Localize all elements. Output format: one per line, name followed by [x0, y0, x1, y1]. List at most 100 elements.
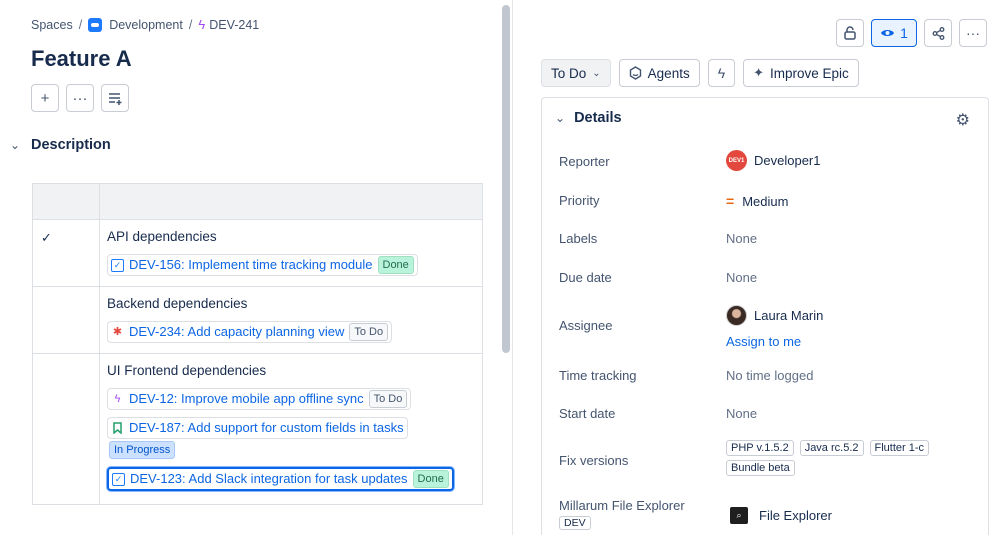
row-title: UI Frontend dependencies [107, 363, 267, 378]
lightning-icon: ϟ [198, 17, 206, 32]
chevron-down-icon: ⌄ [10, 138, 21, 152]
breadcrumb: Spaces / Development / ϟ DEV-241 [31, 17, 259, 32]
priority-name: Medium [742, 193, 789, 209]
issue-link[interactable]: ϟ DEV-12: Improve mobile app offline syn… [107, 388, 412, 410]
chevron-down-icon: ⌄ [592, 67, 601, 79]
assign-to-me-link[interactable]: Assign to me [726, 334, 801, 349]
due-date-label: Due date [559, 270, 612, 285]
start-date-label: Start date [559, 406, 616, 421]
gear-icon[interactable]: ⚙ [956, 110, 970, 130]
agents-label: Agents [647, 65, 690, 81]
table-header-cell[interactable] [33, 184, 100, 219]
table-row: Backend dependencies ✱ DEV-234: Add capa… [33, 286, 482, 353]
status-lozenge: To Do [368, 390, 408, 408]
more-icon: ··· [966, 25, 980, 41]
issue-link[interactable]: ✓ DEV-156: Implement time tracking modul… [107, 254, 418, 276]
breadcrumb-issue-key: DEV-241 [209, 17, 260, 32]
more-actions-button[interactable]: ··· [66, 84, 94, 112]
table-cell[interactable] [33, 287, 100, 353]
checkmark-icon: ✓ [41, 230, 52, 245]
plus-icon: + [40, 89, 50, 107]
more-actions-button[interactable]: ··· [959, 19, 987, 47]
table-cell[interactable] [33, 354, 100, 504]
agents-button[interactable]: Agents [618, 59, 700, 87]
status-label: To Do [551, 65, 587, 81]
improve-epic-label: Improve Epic [770, 65, 849, 81]
table-row: ✓ API dependencies ✓ DEV-156: Implement … [33, 219, 482, 286]
table-header-cell[interactable] [100, 184, 482, 219]
task-icon: ✓ [111, 258, 124, 272]
issue-link[interactable]: DEV-187: Add support for custom fields i… [107, 417, 408, 439]
status-dropdown[interactable]: To Do ⌄ [541, 59, 611, 87]
assignee-name: Laura Marin [754, 308, 824, 323]
add-child-list-button[interactable] [101, 84, 129, 112]
scrollbar[interactable] [502, 5, 510, 353]
status-lozenge: To Do [349, 323, 389, 341]
version-tag: Bundle beta [726, 460, 795, 476]
improve-epic-button[interactable]: ✦ Improve Epic [743, 59, 859, 87]
description-toggle[interactable]: ⌄ Description [10, 137, 111, 153]
breadcrumb-issue[interactable]: ϟ DEV-241 [198, 17, 259, 32]
issue-main-panel: Spaces / Development / ϟ DEV-241 Feature… [0, 0, 500, 535]
task-icon: ✓ [112, 472, 125, 486]
start-date-value[interactable]: None [726, 406, 757, 421]
lightning-icon: ϟ [114, 393, 121, 405]
table-header-row [33, 184, 482, 219]
version-tag: Java rc.5.2 [799, 440, 864, 456]
fix-versions-value[interactable]: PHP v.1.5.2 Java rc.5.2 Flutter 1-c Bund… [726, 440, 956, 476]
breadcrumb-separator: / [78, 17, 83, 32]
priority-label: Priority [559, 193, 600, 208]
avatar [726, 305, 747, 326]
page-title[interactable]: Feature A [31, 46, 132, 72]
table-cell[interactable]: API dependencies ✓ DEV-156: Implement ti… [100, 220, 482, 286]
description-header: Description [31, 137, 111, 153]
fix-versions-label: Fix versions [559, 453, 629, 468]
status-lozenge: Done [412, 470, 449, 488]
issue-link[interactable]: ✱ DEV-234: Add capacity planning view To… [107, 321, 393, 343]
file-explorer-field: Millarum File Explorer DEV [559, 498, 685, 530]
table-cell[interactable]: Backend dependencies ✱ DEV-234: Add capa… [100, 287, 482, 353]
due-date-value[interactable]: None [726, 270, 757, 285]
status-lozenge: In Progress [109, 441, 176, 459]
table-cell[interactable]: UI Frontend dependencies ϟ DEV-12: Impro… [100, 354, 482, 504]
breadcrumb-spaces[interactable]: Spaces [31, 18, 73, 32]
priority-value[interactable]: = Medium [726, 193, 788, 209]
issue-link-label: DEV-187: Add support for custom fields i… [129, 420, 404, 435]
add-button[interactable]: + [31, 84, 59, 112]
share-button[interactable] [924, 19, 952, 47]
labels-label: Labels [559, 231, 598, 246]
details-toggle[interactable]: ⌄ Details [555, 110, 622, 126]
restrictions-button[interactable] [836, 19, 864, 47]
priority-medium-icon: = [726, 193, 734, 209]
reporter-value[interactable]: DEV1 Developer1 [726, 150, 821, 171]
issue-link[interactable]: ✓ DEV-123: Add Slack integration for tas… [107, 467, 454, 491]
share-icon [932, 26, 944, 40]
issue-top-actions: 1 ··· [836, 19, 987, 47]
title-actions: + ··· [31, 84, 129, 112]
agent-icon [629, 66, 641, 80]
issue-link-label: DEV-123: Add Slack integration for task … [130, 471, 408, 486]
list-add-icon [108, 92, 121, 105]
file-explorer-label: Millarum File Explorer [559, 498, 685, 513]
assign-to-me-label: Assign to me [726, 334, 802, 349]
bug-icon: ✱ [112, 326, 123, 338]
bookmark-icon [111, 422, 124, 435]
watch-count: 1 [900, 25, 908, 41]
file-explorer-value[interactable]: ⌕ File Explorer [730, 507, 832, 524]
details-panel: ⌄ Details ⚙ Reporter DEV1 Developer1 Pri… [541, 97, 989, 535]
table-cell[interactable]: ✓ [33, 220, 100, 286]
cloud-icon [88, 17, 103, 32]
watch-button[interactable]: 1 [871, 19, 917, 47]
status-toolbar: To Do ⌄ Agents ϟ ✦ Improve Epic [541, 59, 859, 87]
assignee-value[interactable]: Laura Marin [726, 305, 823, 326]
chevron-down-icon: ⌄ [555, 111, 566, 125]
automation-button[interactable]: ϟ [707, 59, 736, 87]
dependencies-table: ✓ API dependencies ✓ DEV-156: Implement … [32, 183, 483, 505]
labels-value[interactable]: None [726, 231, 757, 246]
breadcrumb-project[interactable]: Development [88, 17, 183, 32]
panel-divider[interactable] [512, 0, 513, 535]
time-tracking-value[interactable]: No time logged [726, 368, 813, 383]
breadcrumb-project-label: Development [109, 17, 183, 32]
time-tracking-label: Time tracking [559, 368, 637, 383]
more-icon: ··· [72, 89, 88, 107]
